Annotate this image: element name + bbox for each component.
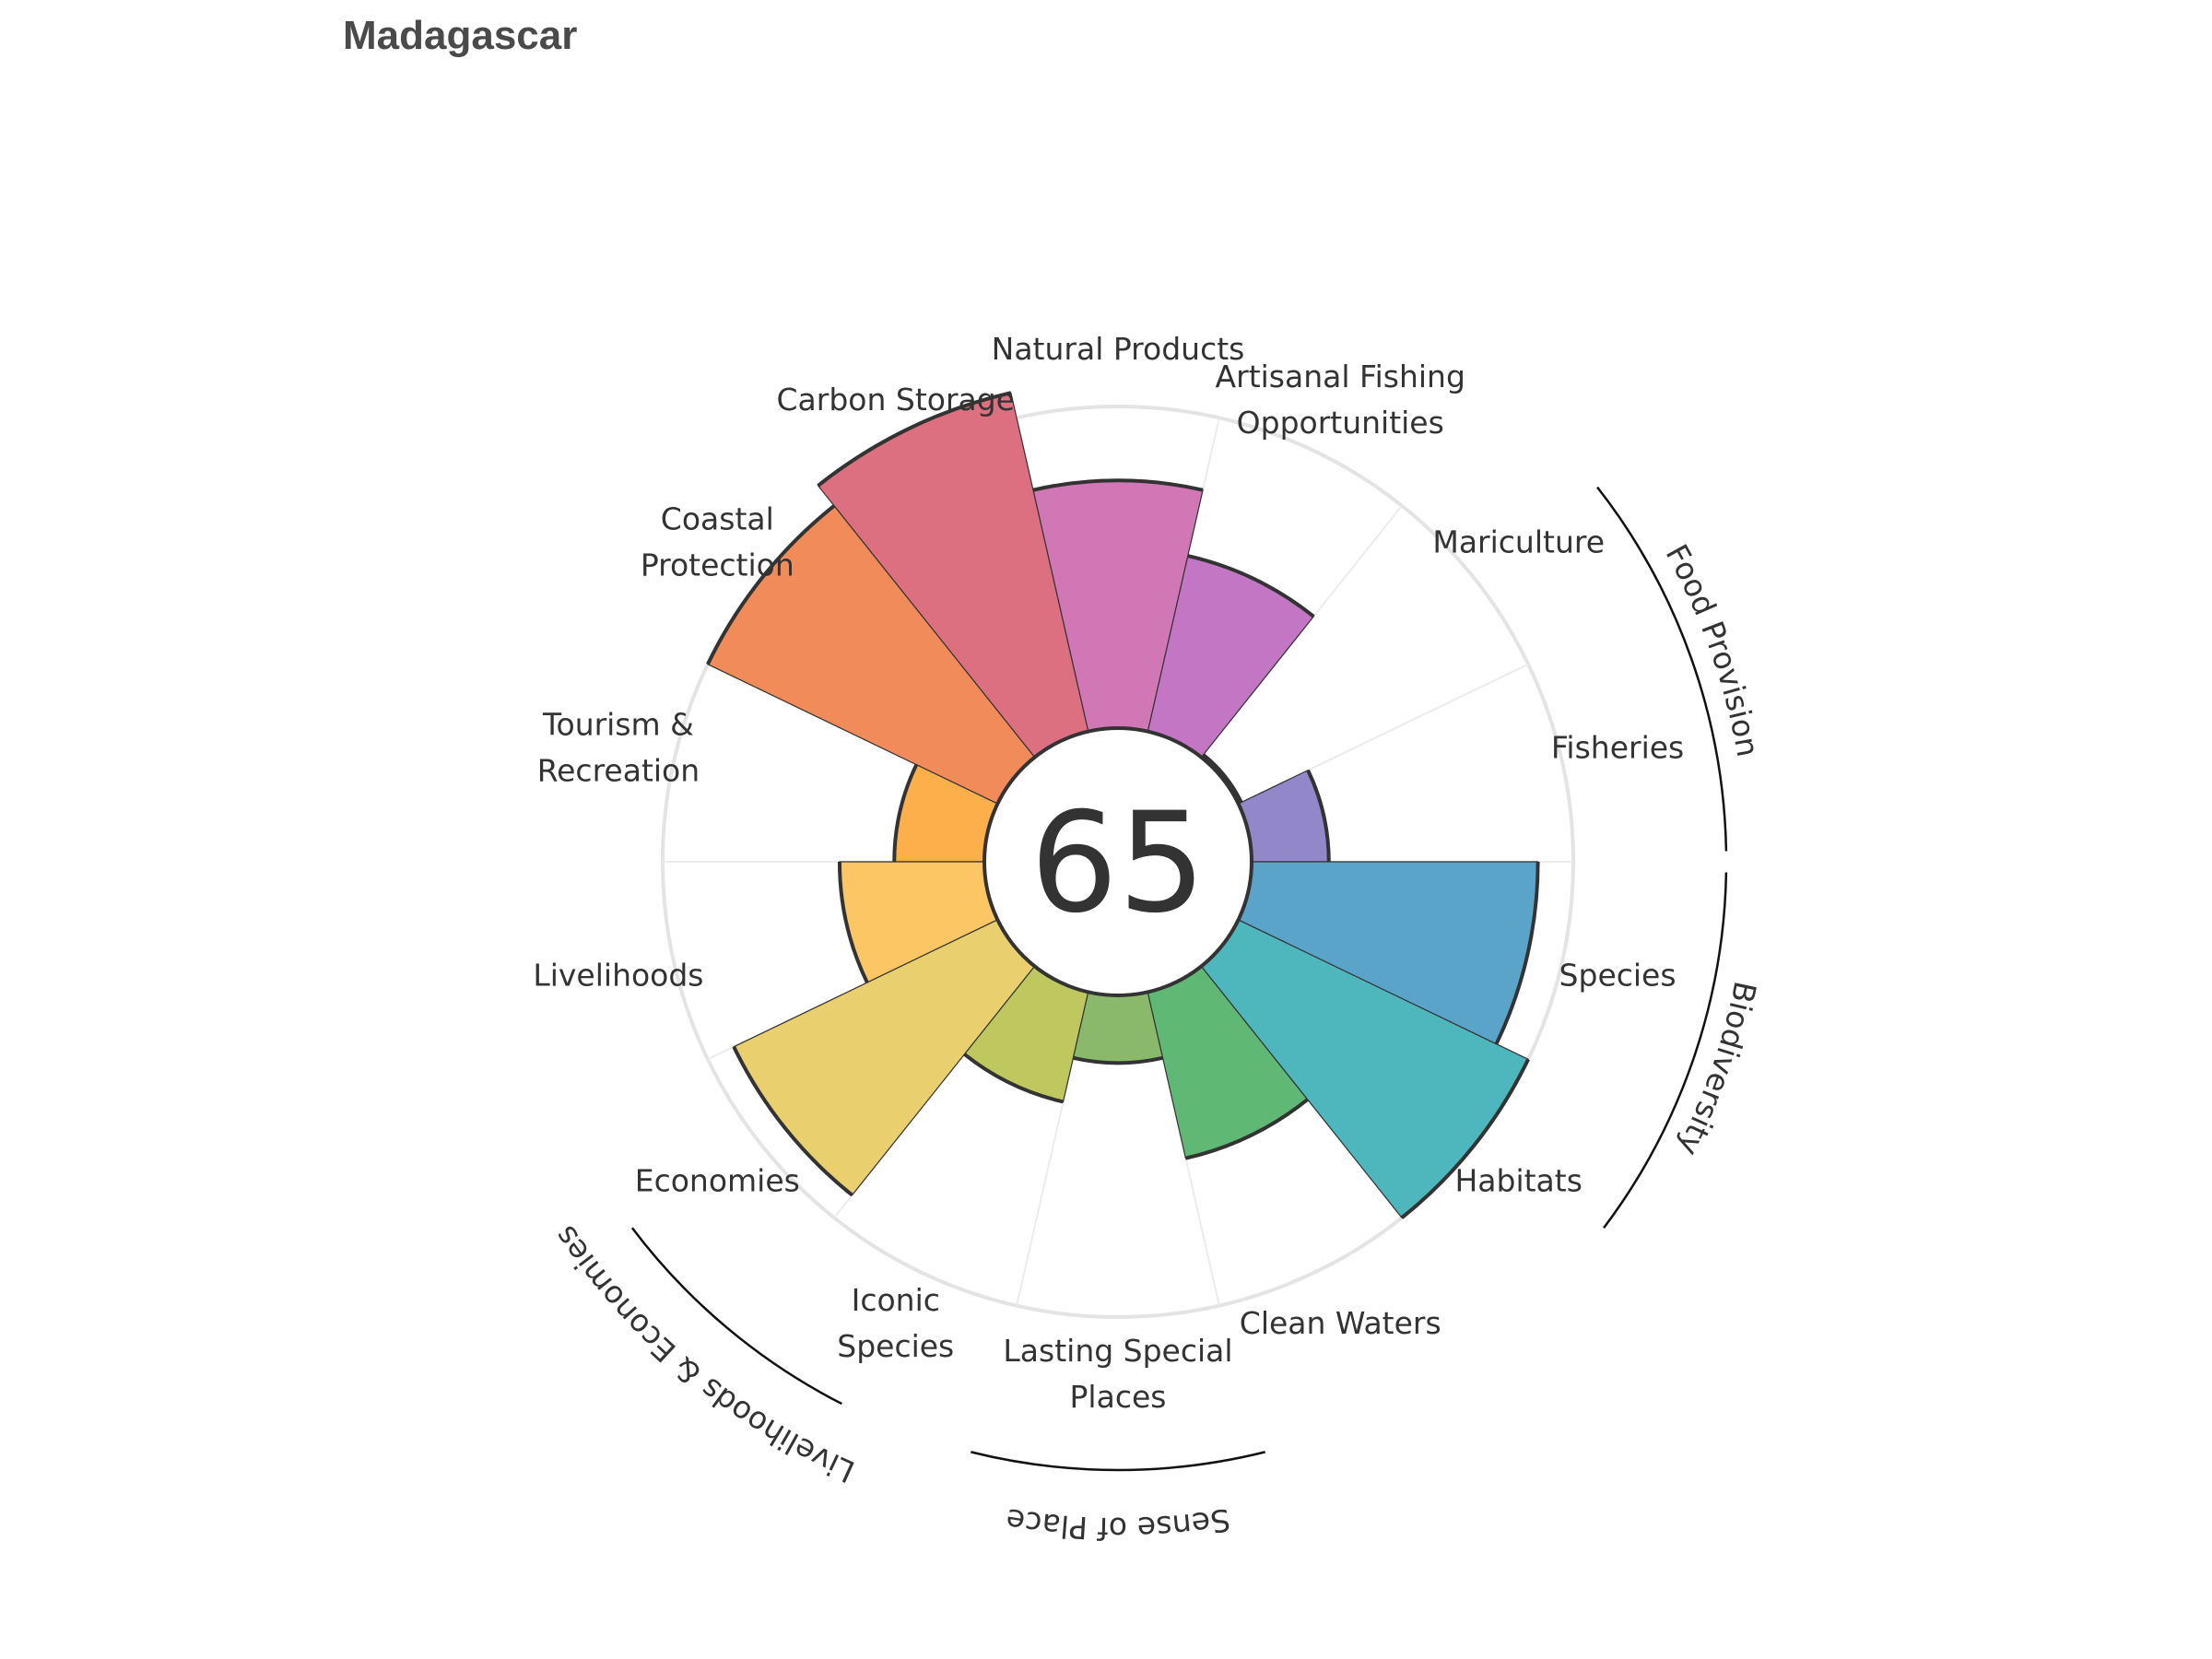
- petal-label-tourism-recreation: Recreation: [537, 752, 700, 788]
- group-arc-biodiversity: [1603, 872, 1728, 1229]
- petal-label-artisanal-fishing: Artisanal Fishing: [1216, 359, 1465, 394]
- petal-lasting-special-places: [1072, 991, 1164, 1064]
- group-label-sense-of-place: Sense of Place: [1004, 1501, 1233, 1547]
- center-score: 65: [1030, 783, 1206, 944]
- petal-label-lasting-special-places: Places: [1070, 1379, 1167, 1415]
- petal-label-habitats: Habitats: [1454, 1163, 1582, 1199]
- group-arc-food-provision: [1596, 486, 1728, 852]
- petal-label-iconic-species: Iconic: [852, 1282, 940, 1318]
- petal-label-species: Species: [1559, 958, 1677, 994]
- group-arc-sense-of-place: [971, 1451, 1265, 1472]
- flower-plot: Fisheries Mariculture Artisanal Fishing Opp…: [533, 331, 1767, 1547]
- petal-label-lasting-special-places: Lasting Special: [1003, 1333, 1232, 1369]
- group-label-biodiversity: Biodiversity: [1671, 979, 1764, 1162]
- group-arc-livelihoods-economies: [630, 1227, 842, 1406]
- petal-label-livelihoods: Livelihoods: [533, 958, 703, 994]
- petal-label-fisheries: Fisheries: [1551, 729, 1684, 765]
- group-label-food-provision: Food Provision: [1659, 538, 1767, 759]
- petal-label-artisanal-fishing: Opportunities: [1237, 405, 1444, 441]
- petal-label-tourism-recreation: Tourism &: [542, 706, 694, 742]
- petal-label-carbon-storage: Carbon Storage: [777, 382, 1016, 418]
- group-label-livelihoods-economies: Livelihoods & Economies: [547, 1219, 860, 1489]
- petal-label-mariculture: Mariculture: [1432, 524, 1605, 559]
- petal-label-clean-waters: Clean Waters: [1240, 1305, 1441, 1341]
- petal-label-natural-products: Natural Products: [992, 331, 1245, 367]
- petal-label-iconic-species: Species: [837, 1328, 954, 1364]
- petal-label-coastal-protection: Protection: [641, 547, 794, 582]
- petal-label-coastal-protection: Coastal: [661, 500, 774, 536]
- petal-label-economies: Economies: [635, 1163, 800, 1199]
